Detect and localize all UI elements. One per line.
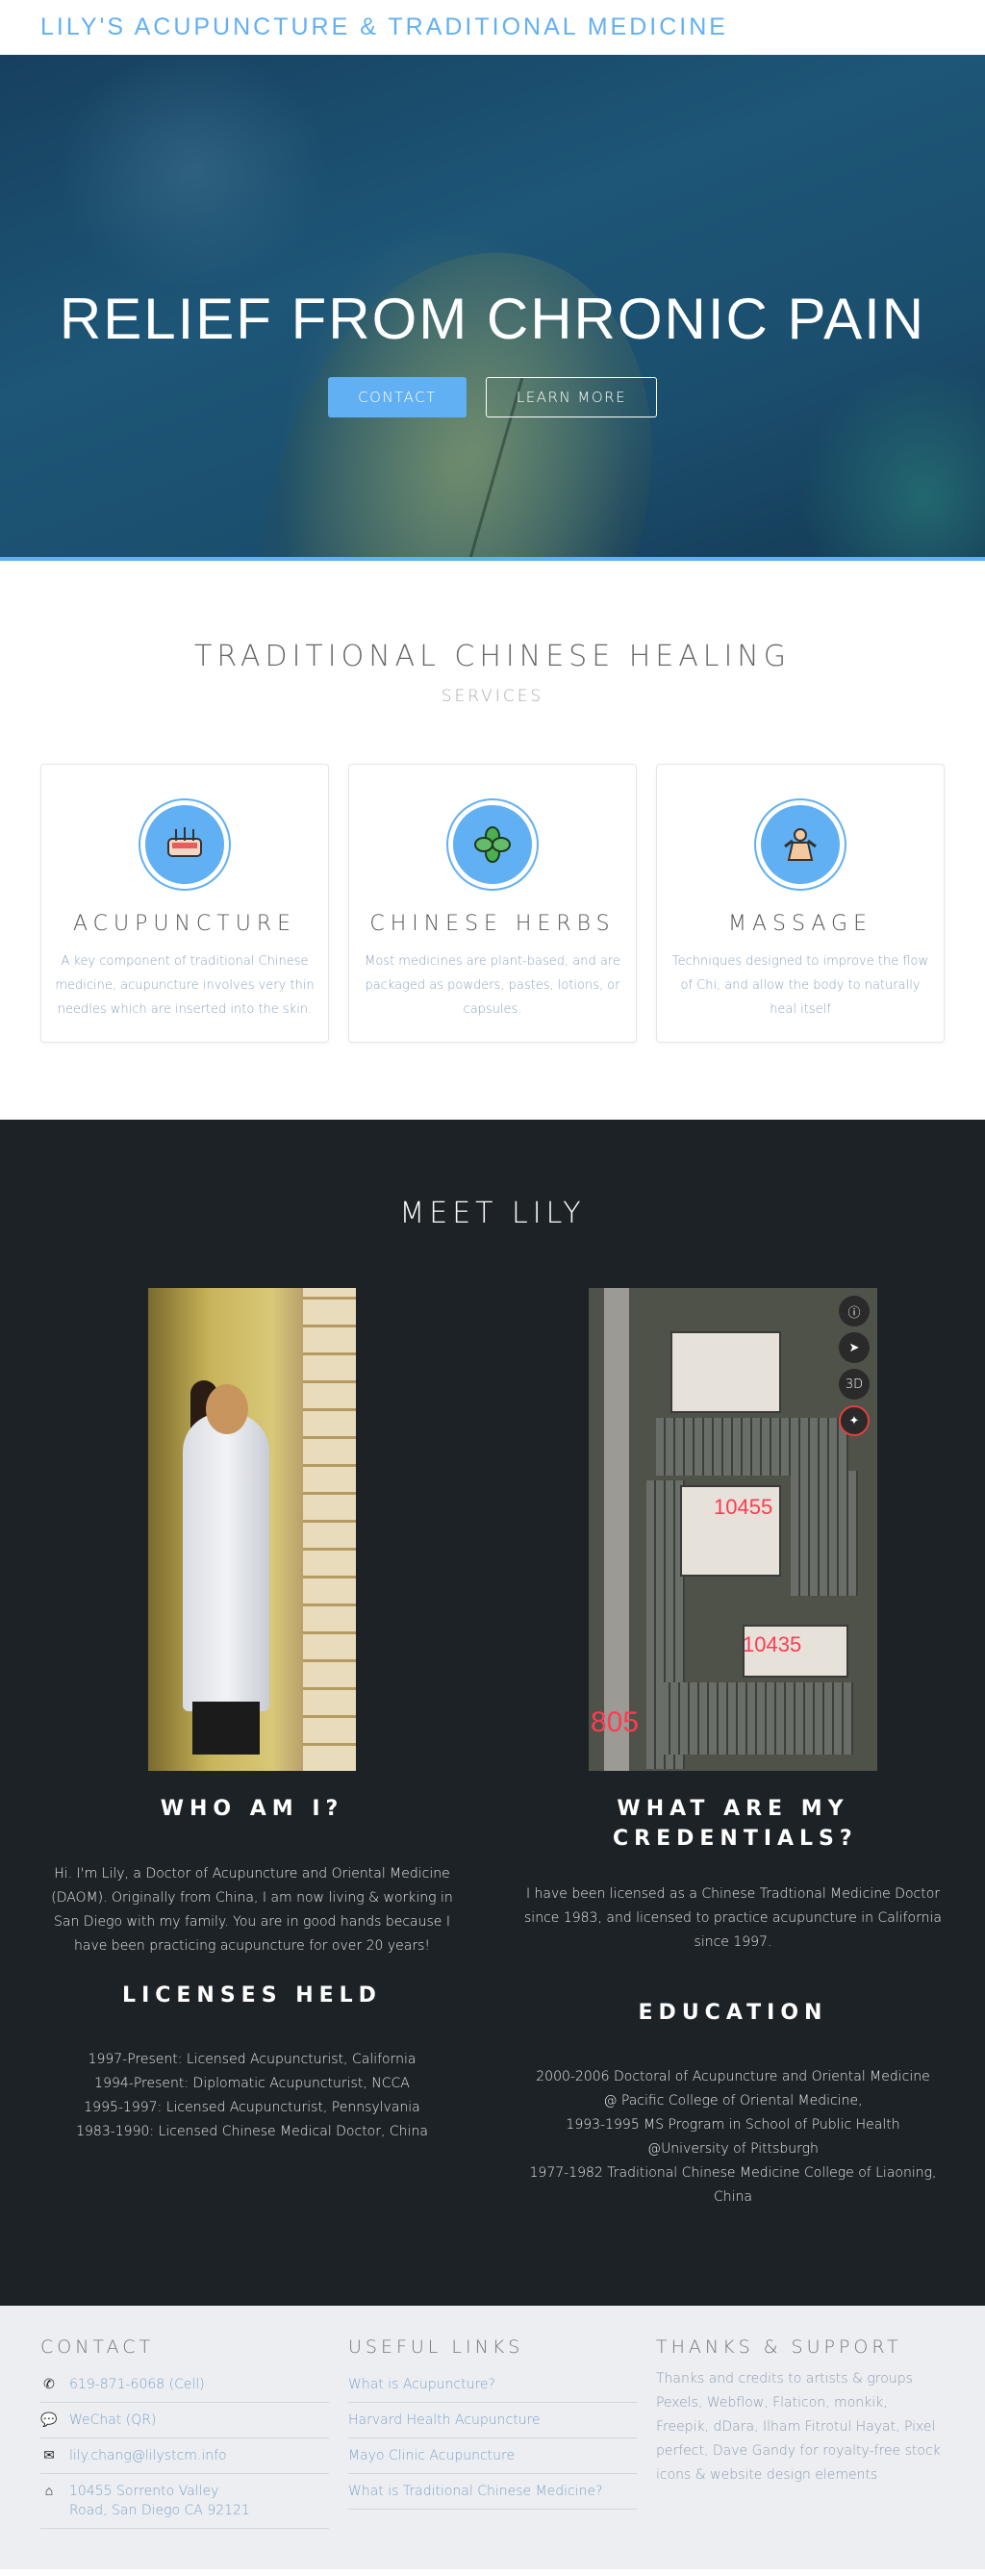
- license-item: 1983-1990: Licensed Chinese Medical Doct…: [76, 2124, 428, 2139]
- education-item: 1977-1982 Traditional Chinese Medicine C…: [529, 2165, 937, 2205]
- footer-phone-text: 619-871-6068 (Cell): [69, 2377, 205, 2392]
- map-3d-button[interactable]: 3D: [839, 1369, 870, 1400]
- herbs-icon: [453, 805, 532, 884]
- map-label-805: 805: [591, 1706, 640, 1738]
- credentials-title: WHAT ARE MY CREDENTIALS?: [613, 1797, 858, 1851]
- photo-white-coat: [183, 1413, 269, 1711]
- massage-icon-ring: [754, 798, 846, 891]
- acupuncture-icon: [145, 805, 224, 884]
- footer-link[interactable]: Harvard Health Acupuncture: [348, 2403, 637, 2438]
- services-section: TRADITIONAL CHINESE HEALING SERVICES ACU…: [0, 561, 985, 1120]
- footer-contact-column: CONTACT ✆ 619-871-6068 (Cell) 💬 WeChat (…: [40, 2336, 329, 2531]
- card-title: CHINESE HERBS: [369, 912, 616, 936]
- footer-thanks-text: Thanks and credits to artists & groups P…: [656, 2371, 941, 2483]
- service-cards: ACUPUNCTURE A key component of tradition…: [40, 764, 945, 1043]
- meet-lily-title: MEET LILY: [399, 1197, 586, 1230]
- footer-phone-row[interactable]: ✆ 619-871-6068 (Cell): [40, 2367, 329, 2403]
- footer-link[interactable]: What is Traditional Chinese Medicine?: [348, 2474, 637, 2510]
- learn-more-button[interactable]: LEARN MORE: [486, 377, 657, 417]
- about-left-column: WHO AM I? Hi. I'm Lily, a Doctor of Acup…: [40, 1288, 464, 2210]
- footer-link[interactable]: Mayo Clinic Acupuncture: [348, 2438, 637, 2474]
- hero-title: RELIEF FROM CHRONIC PAIN: [59, 287, 926, 351]
- phone-icon: ✆: [43, 2377, 55, 2392]
- licenses-list: 1997-Present: Licensed Acupuncturist, Ca…: [40, 2048, 464, 2144]
- herbs-icon-ring: [446, 798, 539, 891]
- location-arrow-icon[interactable]: ➤: [839, 1332, 870, 1363]
- photo-head: [206, 1384, 248, 1434]
- footer: CONTACT ✆ 619-871-6068 (Cell) 💬 WeChat (…: [0, 2306, 985, 2569]
- map-building: [670, 1331, 781, 1413]
- footer-mail-row[interactable]: ✉ lily.chang@lilystcm.info: [40, 2438, 329, 2474]
- education-title: EDUCATION: [638, 2001, 828, 2025]
- map-parking-lot: [791, 1471, 858, 1596]
- license-item: 1997-Present: Licensed Acupuncturist, Ca…: [88, 2052, 417, 2067]
- card-text: A key component of traditional Chinese m…: [55, 954, 315, 1017]
- footer-links-column: USEFUL LINKS What is Acupuncture? Harvar…: [348, 2336, 637, 2531]
- map-parking-lot: [656, 1418, 848, 1476]
- education-item: @ Pacific College of Oriental Medicine,: [603, 2093, 863, 2109]
- map-label-10435: 10435: [743, 1632, 802, 1656]
- service-card-acupuncture: ACUPUNCTURE A key component of tradition…: [40, 764, 329, 1043]
- education-item: 2000-2006 Doctoral of Acupuncture and Or…: [536, 2069, 930, 2084]
- compass-icon[interactable]: ✦: [839, 1405, 870, 1436]
- lily-photo: [148, 1288, 356, 1771]
- footer-mail-text: lily.chang@lilystcm.info: [69, 2448, 227, 2463]
- education-item: 1993-1995 MS Program in School of Public…: [566, 2117, 900, 2133]
- contact-button[interactable]: CONTACT: [328, 377, 467, 417]
- brand-logo-link[interactable]: LILY'S ACUPUNCTURE & TRADITIONAL MEDICIN…: [40, 13, 728, 41]
- footer-wechat-text: WeChat (QR): [69, 2412, 157, 2428]
- footer-contact-title: CONTACT: [40, 2336, 155, 2358]
- meet-lily-section: MEET LILY WHO AM I? Hi. I'm Lily, a Doct…: [0, 1120, 985, 2306]
- info-icon[interactable]: ⓘ: [839, 1296, 870, 1326]
- card-text: Techniques designed to improve the flow …: [671, 954, 929, 1017]
- footer-wechat-row[interactable]: 💬 WeChat (QR): [40, 2403, 329, 2438]
- map-road: [604, 1288, 629, 1771]
- map-label-10455: 10455: [714, 1495, 773, 1519]
- license-item: 1995-1997: Licensed Acupuncturist, Penns…: [84, 2100, 420, 2115]
- footer-address-row[interactable]: ⌂ 10455 Sorrento Valley Road, San Diego …: [40, 2474, 329, 2529]
- about-right-column: 10455 10435 805 ⓘ ➤ 3D ✦ WHAT ARE MY CRE…: [521, 1288, 945, 2210]
- footer-thanks-column: THANKS & SUPPORT Thanks and credits to a…: [656, 2336, 945, 2531]
- wechat-icon: 💬: [40, 2412, 58, 2428]
- mail-icon: ✉: [43, 2448, 55, 2463]
- home-icon: ⌂: [44, 2484, 54, 2499]
- footer-links-title: USEFUL LINKS: [348, 2336, 524, 2358]
- who-am-i-text: Hi. I'm Lily, a Doctor of Acupuncture an…: [51, 1866, 453, 1954]
- services-title: TRADITIONAL CHINESE HEALING: [194, 640, 791, 673]
- licenses-title: LICENSES HELD: [122, 1983, 382, 2008]
- education-list: 2000-2006 Doctoral of Acupuncture and Or…: [521, 2065, 945, 2210]
- photo-legs: [192, 1702, 260, 1755]
- hero-buttons: CONTACT LEARN MORE: [0, 377, 985, 417]
- service-card-massage: MASSAGE Techniques designed to improve t…: [656, 764, 945, 1043]
- location-map[interactable]: 10455 10435 805 ⓘ ➤ 3D ✦: [589, 1288, 877, 1771]
- card-title: MASSAGE: [728, 912, 872, 936]
- map-parking-lot: [661, 1682, 853, 1755]
- education-item: @University of Pittsburgh: [647, 2141, 819, 2157]
- footer-link[interactable]: What is Acupuncture?: [348, 2367, 637, 2403]
- acupuncture-icon-ring: [139, 798, 231, 891]
- who-am-i-title: WHO AM I?: [160, 1797, 344, 1821]
- top-navbar: LILY'S ACUPUNCTURE & TRADITIONAL MEDICIN…: [0, 0, 985, 55]
- photo-shoji-screen: [303, 1288, 356, 1771]
- service-card-herbs: CHINESE HERBS Most medicines are plant-b…: [348, 764, 637, 1043]
- license-item: 1994-Present: Diplomatic Acupuncturist, …: [94, 2076, 410, 2091]
- footer-thanks-title: THANKS & SUPPORT: [656, 2336, 902, 2358]
- card-title: ACUPUNCTURE: [72, 912, 297, 936]
- card-text: Most medicines are plant-based, and are …: [365, 954, 620, 1017]
- services-subtitle: SERVICES: [441, 687, 544, 706]
- about-grid: WHO AM I? Hi. I'm Lily, a Doctor of Acup…: [40, 1288, 945, 2210]
- hero-content: RELIEF FROM CHRONIC PAIN CONTACT LEARN M…: [0, 286, 985, 417]
- hero-banner: RELIEF FROM CHRONIC PAIN CONTACT LEARN M…: [0, 55, 985, 561]
- footer-address-text: 10455 Sorrento Valley Road, San Diego CA…: [69, 2484, 250, 2518]
- massage-icon: [761, 805, 840, 884]
- credentials-text: I have been licensed as a Chinese Tradti…: [524, 1886, 942, 1950]
